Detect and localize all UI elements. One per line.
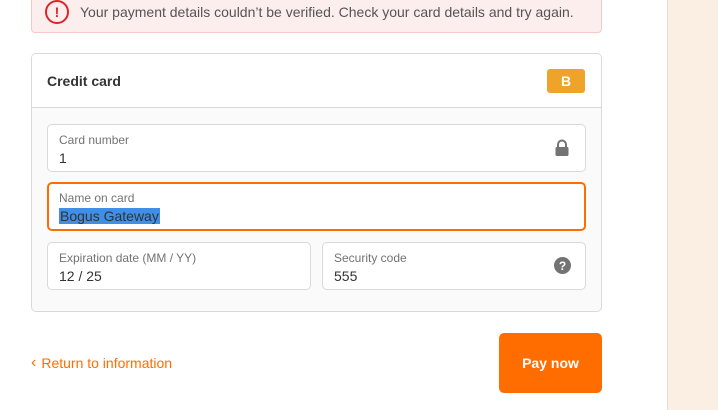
expiration-date-value[interactable]: 12 / 25	[59, 268, 102, 284]
return-link-label: Return to information	[41, 355, 173, 371]
name-on-card-label: Name on card	[59, 191, 135, 205]
security-code-field[interactable]: Security code 555 ?	[322, 242, 586, 290]
card-number-label: Card number	[59, 133, 130, 147]
card-number-value[interactable]: 1	[59, 150, 67, 166]
name-on-card-value[interactable]: Bogus Gateway	[59, 208, 160, 224]
name-on-card-field[interactable]: Name on card Bogus Gateway	[47, 182, 586, 231]
lock-icon	[555, 139, 569, 156]
card-number-field[interactable]: Card number 1	[47, 124, 586, 172]
order-summary-panel	[667, 0, 718, 410]
error-banner: ! Your payment details couldn’t be verif…	[31, 0, 602, 33]
security-code-label: Security code	[334, 251, 407, 265]
expiration-date-field[interactable]: Expiration date (MM / YY) 12 / 25	[47, 242, 311, 290]
exclamation-circle-icon: !	[45, 0, 69, 24]
return-to-information-link[interactable]: ‹ Return to information	[31, 354, 173, 372]
chevron-left-icon: ‹	[31, 354, 37, 371]
bogus-gateway-icon: B	[547, 68, 585, 93]
error-message: Your payment details couldn’t be verifie…	[80, 4, 574, 20]
credit-card-header: Credit card B	[32, 54, 601, 108]
security-code-value[interactable]: 555	[334, 268, 357, 284]
question-mark-icon[interactable]: ?	[554, 257, 571, 274]
credit-card-panel: Credit card B Card number 1 Name on card…	[31, 53, 602, 312]
expiration-date-label: Expiration date (MM / YY)	[59, 251, 197, 265]
pay-now-button[interactable]: Pay now	[499, 333, 602, 393]
credit-card-title: Credit card	[47, 72, 121, 89]
